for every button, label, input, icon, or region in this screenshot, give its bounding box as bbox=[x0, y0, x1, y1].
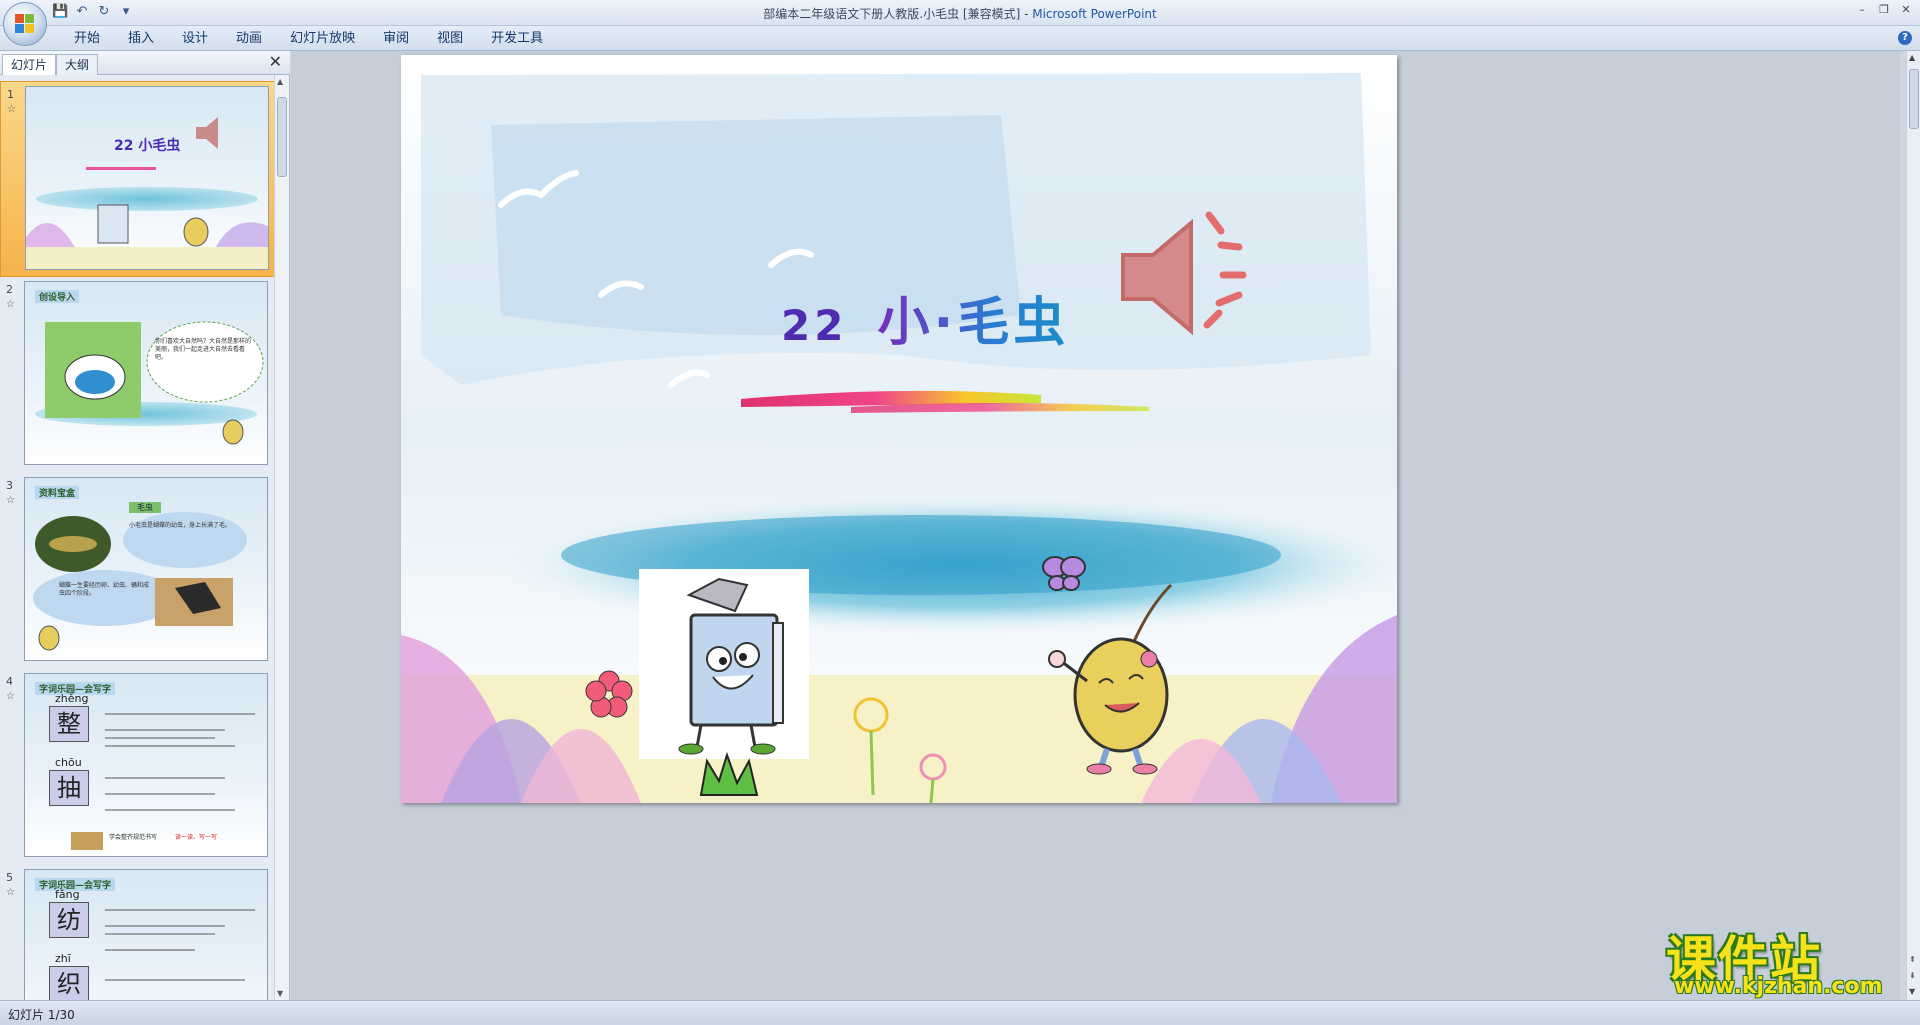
office-button[interactable] bbox=[3, 2, 47, 46]
tab-slideshow[interactable]: 幻灯片放映 bbox=[276, 30, 369, 48]
window-title: 部编本二年级语文下册人教版.小毛虫 [兼容模式] - Microsoft Pow… bbox=[0, 5, 1920, 22]
animation-star-icon: ☆ bbox=[6, 691, 15, 702]
scroll-thumb[interactable] bbox=[1909, 69, 1919, 129]
slide-preview: 22 小毛虫 bbox=[25, 86, 269, 270]
animation-star-icon: ☆ bbox=[7, 104, 16, 115]
document-title: 部编本二年级语文下册人教版.小毛虫 [兼容模式] - bbox=[763, 7, 1033, 21]
next-slide-icon[interactable]: ⇟ bbox=[1909, 971, 1916, 980]
close-pane-icon[interactable]: ✕ bbox=[269, 54, 282, 70]
slide-counter: 幻灯片 1/30 bbox=[8, 1008, 75, 1022]
tab-slides[interactable]: 幻灯片 bbox=[2, 54, 57, 75]
thumbnail-scrollbar[interactable]: ▲ ▼ bbox=[274, 75, 289, 1000]
ribbon-tabs: 开始 插入 设计 动画 幻灯片放映 审阅 视图 开发工具 bbox=[60, 30, 557, 48]
slide-4-artwork bbox=[71, 713, 255, 850]
watermark-url: www.kjzhan.com bbox=[1674, 974, 1883, 999]
scroll-thumb[interactable] bbox=[277, 97, 287, 177]
watermark-logo: 课件站 www.kjzhan.com bbox=[1666, 920, 1906, 1000]
slide-background-art bbox=[401, 55, 1397, 803]
tab-insert[interactable]: 插入 bbox=[114, 30, 168, 48]
slides-pane: 幻灯片 大纲 ✕ 1 ☆ 22 小毛虫 2 ☆ 创设导入 你们喜欢大自然吗？大自… bbox=[0, 51, 290, 1000]
slide-4-tip: 学会整齐规范书写 bbox=[109, 834, 158, 841]
slide-preview: 创设导入 你们喜欢大自然吗？大自然是那样的美丽，我们一起走进大自然去看看吧。 bbox=[24, 281, 268, 465]
ribbon: 开始 插入 设计 动画 幻灯片放映 审阅 视图 开发工具 ? bbox=[0, 26, 1920, 51]
previous-slide-icon[interactable]: ⇞ bbox=[1909, 955, 1916, 964]
tab-view[interactable]: 视图 bbox=[423, 30, 477, 48]
office-logo-icon bbox=[15, 14, 35, 34]
pane-tabs: 幻灯片 大纲 ✕ bbox=[0, 51, 290, 75]
slide-preview: 字词乐园—会写字 zhěng 整 chōu 抽 学会整齐规范书写 读一读、写一写 bbox=[24, 673, 268, 857]
slide-4-tip-red: 读一读、写一写 bbox=[175, 834, 218, 841]
app-name: Microsoft PowerPoint bbox=[1032, 7, 1157, 21]
lesson-number: 22 bbox=[781, 301, 848, 350]
slide-thumbnail-list: 1 ☆ 22 小毛虫 2 ☆ 创设导入 你们喜欢大自然吗？大自然是那样的美丽，我… bbox=[0, 75, 275, 1000]
minimize-button[interactable]: – bbox=[1852, 2, 1872, 18]
lesson-name: 小·毛虫 bbox=[877, 293, 1070, 353]
slide-title[interactable]: 22 小·毛虫 bbox=[781, 280, 1069, 355]
slide-thumbnail-5[interactable]: 5 ☆ 字词乐园—会写字 fǎng 纺 zhī 织 bbox=[0, 865, 275, 1000]
scroll-down-icon[interactable]: ▼ bbox=[1909, 987, 1915, 996]
tab-home[interactable]: 开始 bbox=[60, 30, 114, 48]
slide-preview: 字词乐园—会写字 fǎng 纺 zhī 织 bbox=[24, 869, 268, 1000]
scroll-down-icon[interactable]: ▼ bbox=[277, 989, 283, 998]
slide-2-bubble-text: 你们喜欢大自然吗？大自然是那样的美丽，我们一起走进大自然去看看吧。 bbox=[155, 338, 252, 361]
slide-3-artwork bbox=[33, 512, 247, 651]
tab-review[interactable]: 审阅 bbox=[369, 30, 423, 48]
tab-developer[interactable]: 开发工具 bbox=[477, 30, 557, 48]
slide-number: 1 bbox=[7, 88, 14, 101]
slide-thumbnail-2[interactable]: 2 ☆ 创设导入 你们喜欢大自然吗？大自然是那样的美丽，我们一起走进大自然去看看… bbox=[0, 277, 275, 473]
tab-animations[interactable]: 动画 bbox=[222, 30, 276, 48]
slide-number: 3 bbox=[6, 479, 13, 492]
window-controls: – ❐ ✕ bbox=[1852, 2, 1916, 18]
current-slide[interactable]: 22 小·毛虫 bbox=[401, 55, 1397, 803]
title-bar: 💾 ↶ ↻ ▾ 部编本二年级语文下册人教版.小毛虫 [兼容模式] - Micro… bbox=[0, 0, 1920, 46]
slide-2-artwork bbox=[45, 321, 264, 445]
restore-button[interactable]: ❐ bbox=[1874, 2, 1894, 18]
slide-1-artwork bbox=[26, 117, 268, 269]
slide-edit-area: 22 小·毛虫 bbox=[291, 51, 1900, 1000]
scroll-up-icon[interactable]: ▲ bbox=[277, 77, 283, 86]
slide-5-artwork bbox=[105, 909, 255, 981]
slide-scrollbar[interactable]: ▲ ⇞ ⇟ ▼ bbox=[1906, 51, 1920, 1000]
slide-3-note: 小毛虫是蝴蝶的幼虫，身上长满了毛。 bbox=[129, 522, 232, 529]
slide-thumbnail-3[interactable]: 3 ☆ 资料宝盒 毛虫 小毛虫是蝴蝶的幼虫，身上长满了毛。 蝴蝶一生要经历卵、幼… bbox=[0, 473, 275, 669]
slide-preview: 资料宝盒 毛虫 小毛虫是蝴蝶的幼虫，身上长满了毛。 蝴蝶一生要经历卵、幼虫、蛹和… bbox=[24, 477, 268, 661]
slide-thumbnail-4[interactable]: 4 ☆ 字词乐园—会写字 zhěng 整 chōu 抽 学会整齐规范书写 读一读… bbox=[0, 669, 275, 865]
animation-star-icon: ☆ bbox=[6, 887, 15, 898]
slide-1-thumb-title: 22 小毛虫 bbox=[114, 138, 181, 154]
status-bar: 幻灯片 1/30 bbox=[0, 1000, 1920, 1025]
slide-3-note-2: 蝴蝶一生要经历卵、幼虫、蛹和成虫四个阶段。 bbox=[59, 582, 150, 597]
help-icon[interactable]: ? bbox=[1898, 31, 1912, 45]
scroll-up-icon[interactable]: ▲ bbox=[1909, 53, 1915, 62]
slide-thumbnail-1[interactable]: 1 ☆ 22 小毛虫 bbox=[0, 81, 275, 277]
animation-star-icon: ☆ bbox=[6, 495, 15, 506]
tab-design[interactable]: 设计 bbox=[168, 30, 222, 48]
close-button[interactable]: ✕ bbox=[1896, 2, 1916, 18]
slide-number: 4 bbox=[6, 675, 13, 688]
slide-number: 5 bbox=[6, 871, 13, 884]
tab-outline[interactable]: 大纲 bbox=[56, 54, 99, 75]
slide-number: 2 bbox=[6, 283, 13, 296]
animation-star-icon: ☆ bbox=[6, 299, 15, 310]
